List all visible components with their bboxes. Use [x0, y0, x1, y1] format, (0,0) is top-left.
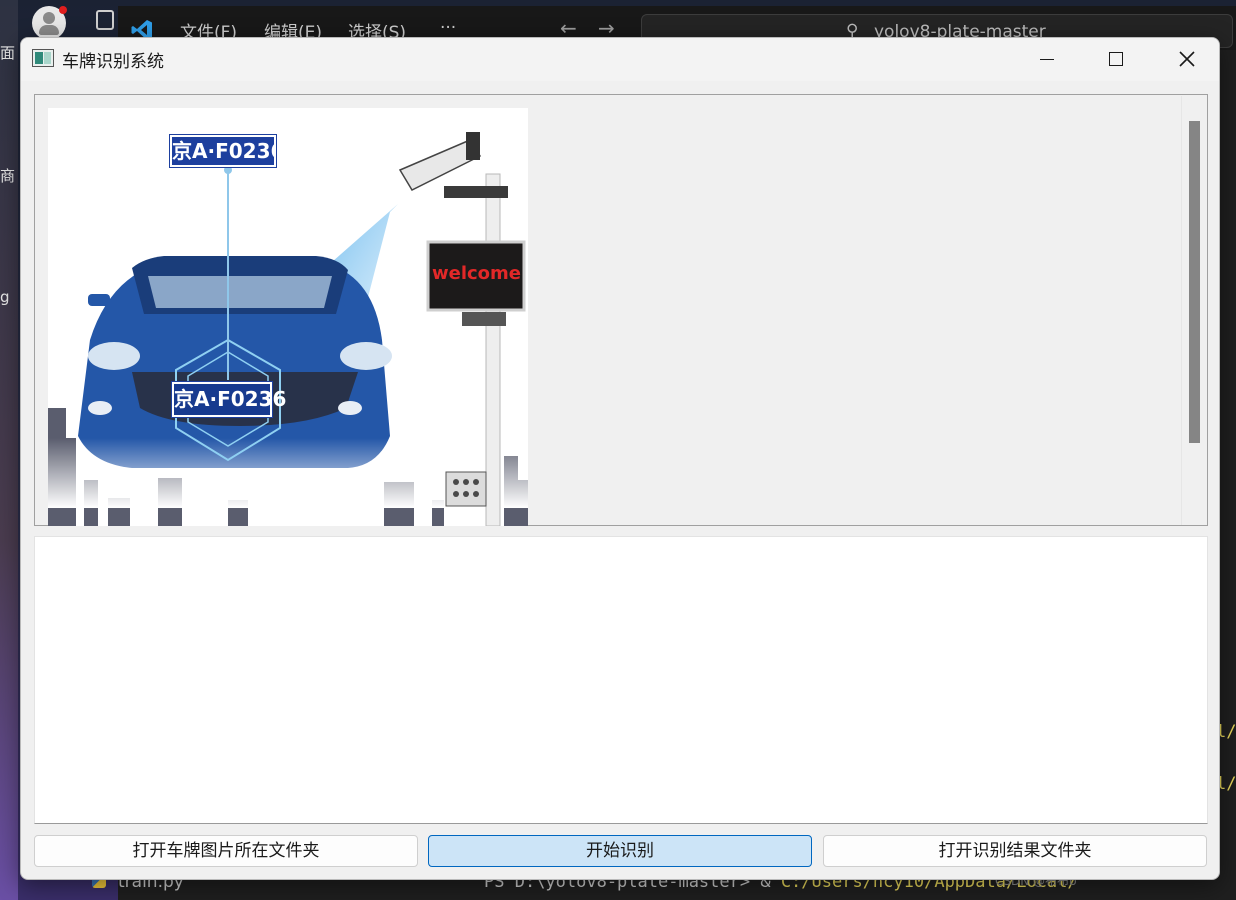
desktop-text-fragment: 面 — [0, 44, 16, 62]
image-scroll-area[interactable]: 京A·F0236 京A·F0236 welcome — [34, 94, 1208, 526]
open-result-folder-button[interactable]: 打开识别结果文件夹 — [823, 835, 1207, 867]
car-illustration — [48, 132, 528, 526]
user-avatar-icon[interactable] — [32, 6, 67, 40]
desktop-text-fragment: 商 — [0, 167, 16, 185]
close-icon — [1179, 51, 1195, 67]
close-button[interactable] — [1151, 38, 1219, 81]
vertical-scrollbar[interactable] — [1181, 96, 1207, 525]
cube-icon[interactable] — [96, 10, 114, 30]
notification-dot-icon — [59, 6, 67, 14]
license-plate-front: 京A·F0236 — [171, 381, 286, 418]
scrollbar-thumb[interactable] — [1189, 121, 1200, 443]
welcome-sign-text: welcome — [432, 263, 522, 284]
app-icon — [32, 49, 54, 67]
desktop-text-fragment: g — [0, 288, 10, 306]
plate-recognition-window: 车牌识别系统 京A·F0236 京A·F0236 welcome 打开车牌图片所… — [20, 37, 1220, 880]
minimize-button[interactable] — [1011, 38, 1081, 81]
window-titlebar[interactable]: 车牌识别系统 — [21, 38, 1219, 81]
plate-image: 京A·F0236 京A·F0236 welcome — [48, 108, 528, 526]
result-text-area[interactable] — [34, 536, 1208, 824]
open-plate-folder-button[interactable]: 打开车牌图片所在文件夹 — [34, 835, 418, 867]
desktop-left-strip: 面 商 g — [0, 0, 18, 900]
maximize-button[interactable] — [1081, 38, 1151, 81]
start-recognition-button[interactable]: 开始识别 — [428, 835, 812, 867]
window-title: 车牌识别系统 — [62, 52, 164, 72]
maximize-icon — [1109, 52, 1123, 66]
license-plate-label: 京A·F0236 — [169, 134, 284, 168]
vscode-menu-more[interactable]: ··· — [440, 18, 456, 38]
minimize-icon — [1040, 59, 1054, 60]
